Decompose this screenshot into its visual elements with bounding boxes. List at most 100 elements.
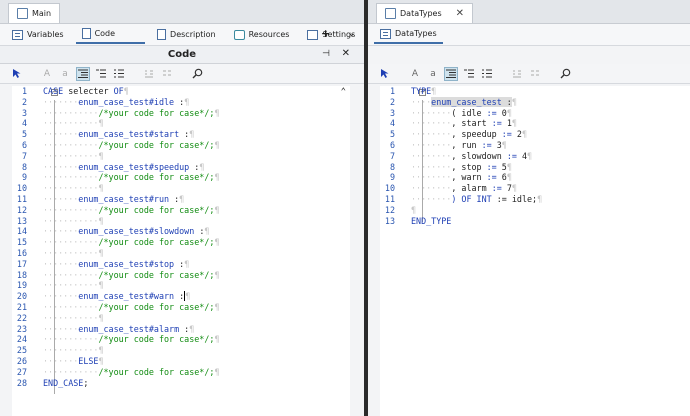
code-line[interactable]: 15 ···········/*your code for case*/;¶: [12, 237, 350, 248]
code-line[interactable]: 23 ·······enum_case_test#alarm :¶: [12, 324, 350, 335]
code-token: 0: [496, 107, 507, 118]
code-line[interactable]: 5 ········, speedup := 2¶: [380, 129, 690, 140]
chevron-down-icon[interactable]: ⌄: [348, 29, 356, 39]
line-number: 28: [16, 377, 27, 388]
code-token: /*your code for case*/;: [98, 204, 215, 215]
code-line[interactable]: 2 ·······enum_case_test#idle :¶: [12, 97, 350, 108]
view-tab-resources[interactable]: Resources: [228, 26, 296, 44]
code-token: , stop: [451, 161, 487, 172]
code-line[interactable]: 20 ·······enum_case_test#warn :¶: [12, 291, 350, 302]
code-token: enum_case_test#start: [78, 129, 180, 140]
code-line[interactable]: 10 ········, alarm := 7¶: [380, 183, 690, 194]
code-line[interactable]: 9 ···········/*your code for case*/;¶: [12, 172, 350, 183]
code-line[interactable]: 8 ·······enum_case_test#speedup :¶: [12, 162, 350, 173]
code-line[interactable]: 11 ········) OF INT := idle;¶: [380, 194, 690, 205]
list-icon[interactable]: [462, 67, 476, 81]
code-line[interactable]: 13 ···········¶: [12, 216, 350, 227]
code-editor-right[interactable]: − 1 TYPE¶ 2 ····enum_case_test :¶ 3 ········(…: [380, 86, 690, 416]
line-number: 1: [21, 86, 27, 96]
view-tab-datatypes[interactable]: DataTypes: [374, 26, 443, 44]
font-larger-icon[interactable]: A: [408, 67, 422, 81]
font-smaller-icon[interactable]: a: [58, 67, 72, 81]
code-token: ¶: [501, 139, 507, 150]
code-line[interactable]: 25 ···········¶: [12, 345, 350, 356]
code-line[interactable]: 9 ········, warn := 6¶: [380, 172, 690, 183]
code-token: ···········¶: [43, 215, 104, 226]
code-line[interactable]: 6 ········, run := 3¶: [380, 140, 690, 151]
font-smaller-icon[interactable]: a: [426, 67, 440, 81]
bookmark-next-icon[interactable]: [160, 67, 174, 81]
view-tab-description[interactable]: Description: [151, 26, 222, 44]
indent-icon[interactable]: [444, 66, 458, 81]
close-icon[interactable]: ✕: [342, 48, 350, 59]
code-line[interactable]: 17 ·······enum_case_test#stop :¶: [12, 259, 350, 270]
code-token: ···········: [43, 366, 99, 377]
code-token: /*your code for case*/;: [98, 139, 215, 150]
bookmark-next-icon[interactable]: [528, 67, 542, 81]
code-token: ···········: [43, 269, 99, 280]
code-text: ·······enum_case_test#speedup :¶: [43, 162, 204, 173]
view-tab-variables[interactable]: Variables: [6, 26, 70, 44]
editor-title: Code: [167, 49, 197, 60]
cursor-icon[interactable]: [10, 67, 24, 81]
view-tab-code[interactable]: Code: [75, 26, 146, 44]
code-token: ···········¶: [43, 150, 104, 161]
code-line[interactable]: 22 ···········¶: [12, 313, 350, 324]
code-line[interactable]: 1 CASE selecter OF¶: [12, 86, 350, 97]
bookmark-icon[interactable]: [510, 67, 524, 81]
code-text: ········( idle := 0¶: [411, 108, 512, 119]
code-token: ···········¶: [43, 118, 104, 129]
code-line[interactable]: 2 ····enum_case_test :¶: [380, 96, 690, 108]
tab-main[interactable]: Main: [8, 3, 61, 23]
search-icon[interactable]: [190, 67, 204, 81]
code-line[interactable]: 21 ···········/*your code for case*/;¶: [12, 302, 350, 313]
cursor-icon[interactable]: [378, 67, 392, 81]
code-line[interactable]: 4 ···········¶: [12, 118, 350, 129]
code-line[interactable]: 16 ···········¶: [12, 248, 350, 259]
line-number: 26: [16, 355, 27, 366]
code-line[interactable]: 11 ·······enum_case_test#run :¶: [12, 194, 350, 205]
code-editor-left[interactable]: − ⌃ 1 CASE selecter OF¶ 2 ·······enum_case_…: [12, 86, 350, 416]
code-line[interactable]: 12 ···········/*your code for case*/;¶: [12, 205, 350, 216]
code-line[interactable]: 18 ···········/*your code for case*/;¶: [12, 270, 350, 281]
code-line[interactable]: 28 END_CASE;: [12, 378, 350, 389]
code-line[interactable]: 13 END_TYPE: [380, 216, 690, 227]
code-line[interactable]: 14 ·······enum_case_test#slowdown :¶: [12, 226, 350, 237]
code-line[interactable]: 3 ···········/*your code for case*/;¶: [12, 108, 350, 119]
font-larger-icon[interactable]: A: [40, 67, 54, 81]
code-line[interactable]: 27 ···········/*your code for case*/;¶: [12, 367, 350, 378]
code-line[interactable]: 5 ·······enum_case_test#start :¶: [12, 129, 350, 140]
code-line[interactable]: 4 ········, start := 1¶: [380, 118, 690, 129]
code-line[interactable]: 6 ···········/*your code for case*/;¶: [12, 140, 350, 151]
list-icon[interactable]: [94, 67, 108, 81]
list-numbered-icon[interactable]: [480, 67, 494, 81]
code-line[interactable]: 10 ···········¶: [12, 183, 350, 194]
code-line[interactable]: 12 ¶: [380, 205, 690, 216]
code-line[interactable]: 26 ·······ELSE¶: [12, 356, 350, 367]
add-view-button[interactable]: +: [321, 27, 330, 40]
tab-datatypes[interactable]: DataTypes ✕: [376, 3, 474, 23]
code-text: ········, run := 3¶: [411, 140, 507, 151]
search-icon[interactable]: [558, 67, 572, 81]
bookmark-icon[interactable]: [142, 67, 156, 81]
code-token: ·······: [43, 323, 79, 334]
code-token: ·······: [43, 193, 79, 204]
code-line[interactable]: 1 TYPE¶: [380, 86, 690, 97]
list-numbered-icon[interactable]: [112, 67, 126, 81]
code-line[interactable]: 7 ········, slowdown := 4¶: [380, 151, 690, 162]
code-line[interactable]: 19 ···········¶: [12, 280, 350, 291]
code-line[interactable]: 8 ········, stop := 5¶: [380, 162, 690, 173]
code-line[interactable]: 24 ···········/*your code for case*/;¶: [12, 334, 350, 345]
indent-icon[interactable]: [76, 66, 90, 81]
code-token: :=: [491, 183, 502, 194]
code-token: ···········: [43, 139, 99, 150]
code-token: ¶: [527, 150, 533, 161]
code-text: ···········¶: [43, 313, 104, 324]
code-line[interactable]: 7 ···········¶: [12, 151, 350, 162]
code-token: ¶: [214, 237, 220, 248]
code-token: :: [174, 291, 185, 302]
close-icon[interactable]: ✕: [456, 8, 464, 19]
line-number: 6: [389, 139, 395, 150]
code-line[interactable]: 3 ········( idle := 0¶: [380, 108, 690, 119]
pin-icon[interactable]: ⊣: [322, 49, 330, 59]
